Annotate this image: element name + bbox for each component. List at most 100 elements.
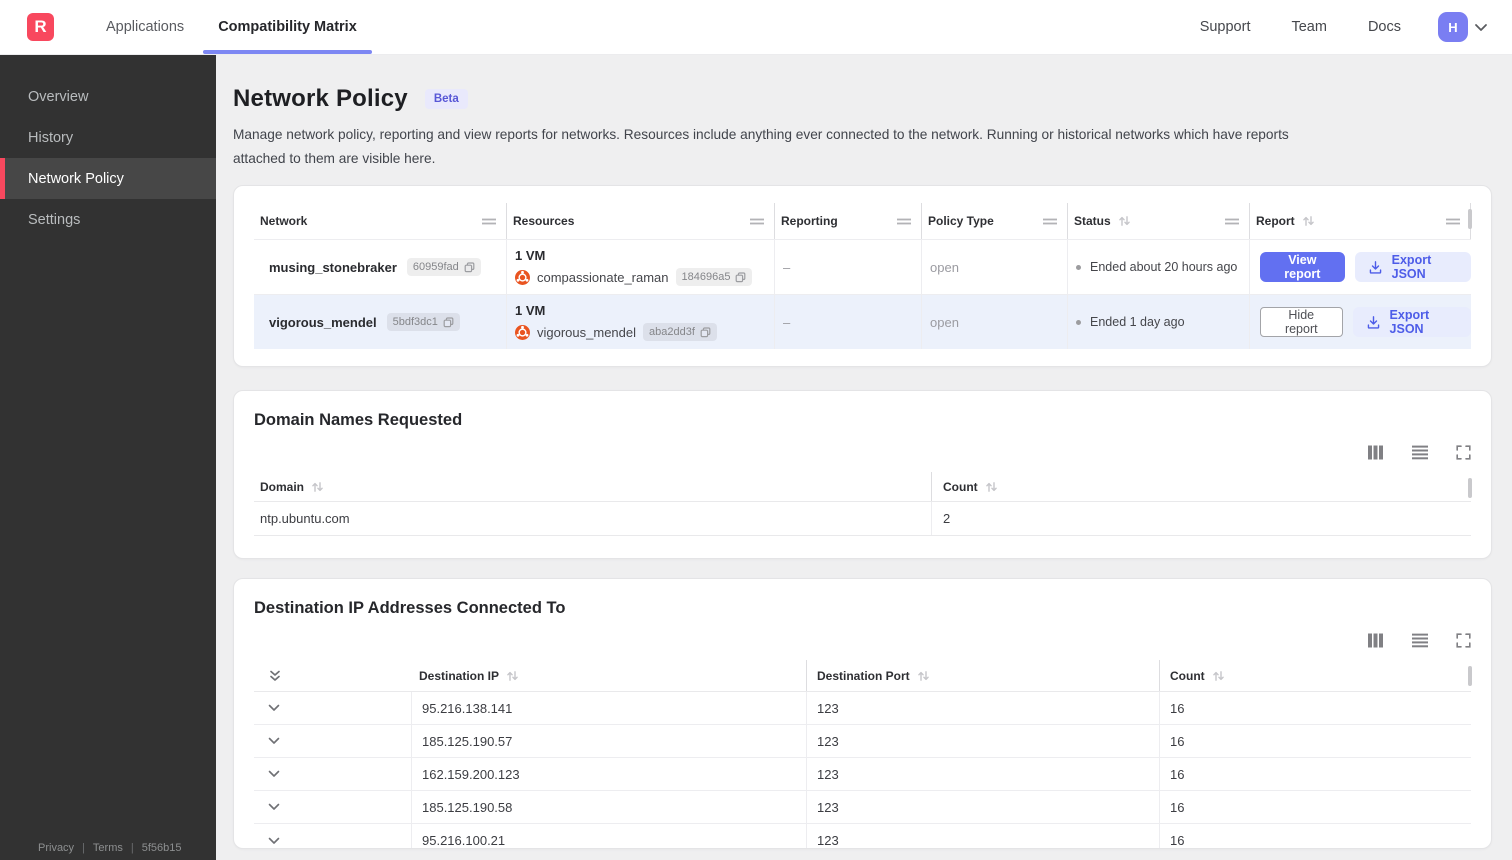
domain-table-header: Domain Count bbox=[254, 472, 1472, 503]
ip-cell: 185.125.190.57 bbox=[411, 725, 806, 758]
network-id-badge: 5bdf3dc1 bbox=[386, 313, 460, 332]
sort-icon[interactable] bbox=[1302, 215, 1315, 227]
column-header-count: Count bbox=[931, 472, 1471, 502]
view-report-button[interactable]: View report bbox=[1260, 252, 1345, 283]
tab-compatibility-matrix[interactable]: Compatibility Matrix bbox=[203, 0, 372, 54]
sidebar-item-network-policy[interactable]: Network Policy bbox=[0, 158, 216, 199]
destination-row[interactable]: 95.216.138.141 123 16 bbox=[254, 692, 1471, 726]
sort-icon[interactable] bbox=[1212, 670, 1225, 682]
destination-row[interactable]: 162.159.200.123 123 16 bbox=[254, 758, 1471, 792]
status-dot bbox=[1076, 264, 1081, 270]
columns-icon[interactable] bbox=[1367, 445, 1384, 460]
page-title: Network Policy bbox=[233, 85, 408, 112]
copy-icon[interactable] bbox=[735, 272, 746, 283]
app-logo[interactable]: R bbox=[27, 13, 54, 41]
policy-type-cell: open bbox=[922, 295, 1068, 350]
rows-density-icon[interactable] bbox=[1411, 445, 1429, 460]
column-header-destination-ip: Destination IP bbox=[411, 660, 806, 691]
ubuntu-icon bbox=[515, 269, 530, 285]
chevron-down-icon[interactable] bbox=[268, 704, 280, 712]
column-header-reporting: Reporting bbox=[775, 203, 922, 240]
copy-icon[interactable] bbox=[700, 327, 711, 338]
column-header-count: Count bbox=[1159, 660, 1471, 692]
terms-link[interactable]: Terms bbox=[93, 842, 123, 854]
sort-icon[interactable] bbox=[985, 481, 998, 493]
column-header-destination-port: Destination Port bbox=[806, 660, 1159, 692]
column-menu-icon[interactable] bbox=[1445, 217, 1461, 226]
chevron-down-icon[interactable] bbox=[268, 737, 280, 745]
resources-cell: 1 VM compassionate_raman 184696a5 bbox=[507, 240, 775, 295]
sidebar-item-history[interactable]: History bbox=[0, 117, 216, 158]
sidebar-item-overview[interactable]: Overview bbox=[0, 76, 216, 117]
network-name: vigorous_mendel bbox=[269, 314, 377, 330]
status-cell: Ended about 20 hours ago bbox=[1068, 240, 1250, 295]
column-menu-icon[interactable] bbox=[1224, 217, 1240, 226]
chevron-down-icon[interactable] bbox=[268, 803, 280, 811]
expand-all-icon[interactable] bbox=[268, 669, 282, 683]
fullscreen-icon[interactable] bbox=[1456, 633, 1471, 648]
policy-type-cell: open bbox=[922, 240, 1068, 295]
destination-row[interactable]: 185.125.190.57 123 16 bbox=[254, 725, 1471, 759]
top-navigation: R Applications Compatibility Matrix Supp… bbox=[0, 0, 1512, 55]
domain-cell: ntp.ubuntu.com bbox=[260, 511, 350, 527]
export-json-button[interactable]: Export JSON bbox=[1354, 252, 1471, 283]
divider: | bbox=[82, 842, 85, 854]
avatar[interactable]: H bbox=[1438, 12, 1468, 42]
vm-name: vigorous_mendel bbox=[537, 324, 637, 340]
ubuntu-icon bbox=[515, 324, 530, 340]
copy-icon[interactable] bbox=[443, 317, 454, 328]
network-row-vigorous-mendel[interactable]: vigorous_mendel 5bdf3dc1 1 VM vigorous_m bbox=[254, 294, 1471, 350]
column-menu-icon[interactable] bbox=[1042, 217, 1058, 226]
rows-density-icon[interactable] bbox=[1411, 633, 1429, 648]
destination-table-header: Destination IP Destination Port Count bbox=[254, 660, 1472, 693]
columns-icon[interactable] bbox=[1367, 633, 1384, 648]
nav-link-team[interactable]: Team bbox=[1291, 19, 1326, 35]
scrollbar-thumb[interactable] bbox=[1468, 478, 1472, 499]
vm-name: compassionate_raman bbox=[537, 269, 669, 285]
ip-cell: 95.216.100.21 bbox=[411, 824, 806, 849]
network-name-cell: vigorous_mendel 5bdf3dc1 bbox=[254, 295, 507, 350]
ip-cell: 185.125.190.58 bbox=[411, 791, 806, 824]
fullscreen-icon[interactable] bbox=[1456, 445, 1471, 460]
port-cell: 123 bbox=[806, 692, 1159, 725]
count-cell: 16 bbox=[1159, 725, 1471, 758]
destination-row[interactable]: 95.216.100.21 123 16 bbox=[254, 824, 1471, 849]
privacy-link[interactable]: Privacy bbox=[38, 842, 74, 854]
sidebar-footer: Privacy | Terms | 5f56b15 bbox=[0, 842, 216, 854]
chevron-down-icon[interactable] bbox=[268, 837, 280, 845]
sort-icon[interactable] bbox=[506, 670, 519, 682]
destination-row[interactable]: 185.125.190.58 123 16 bbox=[254, 791, 1471, 825]
table-toolbar bbox=[254, 445, 1471, 460]
sort-icon[interactable] bbox=[311, 481, 324, 493]
status-cell: Ended 1 day ago bbox=[1068, 295, 1250, 350]
hide-report-button[interactable]: Hide report bbox=[1260, 307, 1343, 338]
nav-link-support[interactable]: Support bbox=[1200, 19, 1251, 35]
report-cell: View report Export JSON bbox=[1250, 240, 1471, 294]
count-cell: 2 bbox=[931, 502, 1471, 536]
domain-row[interactable]: ntp.ubuntu.com 2 bbox=[254, 502, 1471, 537]
scrollbar-thumb[interactable] bbox=[1468, 209, 1472, 230]
main-content: Network Policy Beta Manage network polic… bbox=[216, 55, 1512, 850]
export-json-button[interactable]: Export JSON bbox=[1352, 307, 1471, 338]
divider: | bbox=[130, 842, 134, 854]
tab-applications[interactable]: Applications bbox=[98, 0, 192, 54]
column-menu-icon[interactable] bbox=[749, 217, 765, 226]
sidebar-item-settings[interactable]: Settings bbox=[0, 199, 216, 240]
nav-left: R Applications Compatibility Matrix bbox=[0, 0, 374, 54]
column-menu-icon[interactable] bbox=[896, 217, 912, 226]
expand-row-cell bbox=[254, 791, 411, 823]
resources-cell: 1 VM vigorous_mendel aba2dd3f bbox=[507, 295, 775, 350]
vm-count: 1 VM bbox=[515, 248, 546, 264]
scrollbar-thumb[interactable] bbox=[1468, 666, 1472, 687]
sort-icon[interactable] bbox=[1118, 215, 1131, 227]
column-menu-icon[interactable] bbox=[481, 217, 497, 226]
nav-link-docs[interactable]: Docs bbox=[1368, 19, 1401, 35]
card-title: Destination IP Addresses Connected To bbox=[254, 599, 566, 618]
copy-icon[interactable] bbox=[464, 262, 475, 273]
sort-icon[interactable] bbox=[917, 670, 930, 682]
chevron-down-icon[interactable] bbox=[268, 770, 280, 778]
chevron-down-icon[interactable] bbox=[1474, 23, 1488, 32]
network-row-musing-stonebraker[interactable]: musing_stonebraker 60959fad 1 VM compass bbox=[254, 239, 1471, 295]
count-cell: 16 bbox=[1159, 758, 1471, 791]
column-header-network: Network bbox=[254, 203, 507, 240]
